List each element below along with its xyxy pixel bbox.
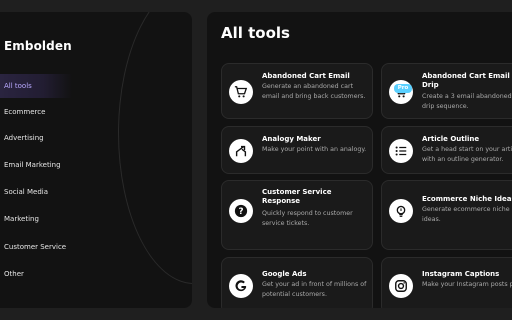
tool-card-article-outline[interactable]: Article Outline Get a head start on your… <box>381 126 512 174</box>
sidebar-item-email-marketing[interactable]: Email Marketing <box>0 153 72 177</box>
list-icon <box>389 139 413 163</box>
card-title: Ecommerce Niche Ideas <box>422 195 512 203</box>
card-title: Abandoned Cart Email Drip <box>422 72 510 89</box>
google-icon <box>229 274 253 298</box>
decorative-arc <box>118 12 192 284</box>
card-description: Make your point with an analogy. <box>262 146 367 153</box>
card-title: Article Outline <box>422 135 480 143</box>
card-description: Get a head start on your article with an… <box>422 146 512 163</box>
sidebar-item-social-media[interactable]: Social Media <box>0 180 72 204</box>
sidebar-item-label: Ecommerce <box>4 108 46 116</box>
card-title: Abandoned Cart Email <box>262 72 350 80</box>
sidebar-item-label: Social Media <box>4 188 49 196</box>
brand-logo[interactable]: Embolden <box>4 39 72 53</box>
sidebar-item-label: Other <box>4 270 24 278</box>
card-description: Generate an abandoned cart email and bri… <box>262 83 366 100</box>
cart-icon <box>229 80 253 104</box>
card-description: Quickly respond to customer service tick… <box>262 210 353 227</box>
split-arrows-icon <box>229 139 253 163</box>
question-icon: ? <box>229 199 253 223</box>
card-description: Make your Instagram posts pop. <box>422 281 512 288</box>
sidebar: Embolden All tools Ecommerce Advertising… <box>0 12 192 308</box>
tool-card-google-ads[interactable]: Google Ads Get your ad in front of milli… <box>221 257 373 308</box>
sidebar-item-label: Marketing <box>4 215 39 223</box>
sidebar-item-label: Email Marketing <box>4 161 61 169</box>
pro-badge: Pro <box>394 84 412 93</box>
card-title: Instagram Captions <box>422 270 500 278</box>
card-description: Get your ad in front of millions of pote… <box>262 281 367 298</box>
instagram-icon <box>389 274 413 298</box>
card-description: Create a 3 email abandoned cart drip seq… <box>422 93 512 110</box>
sidebar-item-all-tools[interactable]: All tools <box>0 74 72 98</box>
page-title: All tools <box>221 24 290 42</box>
sidebar-item-label: Advertising <box>4 134 44 142</box>
sidebar-item-other[interactable]: Other <box>0 262 72 286</box>
tool-card-analogy-maker[interactable]: Analogy Maker Make your point with an an… <box>221 126 373 174</box>
card-title: Analogy Maker <box>262 135 321 143</box>
tool-card-abandoned-cart-email[interactable]: Abandoned Cart Email Generate an abandon… <box>221 63 373 119</box>
sidebar-item-label: Customer Service <box>4 243 67 251</box>
sidebar-item-customer-service[interactable]: Customer Service <box>0 235 72 259</box>
card-title: Customer Service Response <box>262 188 332 205</box>
sidebar-item-label: All tools <box>4 82 32 90</box>
tool-card-ecommerce-niche-ideas[interactable]: Ecommerce Niche Ideas Generate ecommerce… <box>381 180 512 250</box>
tool-card-abandoned-cart-email-drip[interactable]: Pro Abandoned Cart Email Drip Create a 3… <box>381 63 512 119</box>
lightbulb-icon <box>389 199 413 223</box>
sidebar-item-ecommerce[interactable]: Ecommerce <box>0 100 72 124</box>
tool-card-instagram-captions[interactable]: Instagram Captions Make your Instagram p… <box>381 257 512 308</box>
sidebar-item-marketing[interactable]: Marketing <box>0 207 72 231</box>
card-description: Generate ecommerce niche ideas. <box>422 206 510 223</box>
main-panel: All tools Abandoned Cart Email Generate … <box>207 12 512 308</box>
svg-text:?: ? <box>238 207 243 217</box>
card-title: Google Ads <box>262 270 307 278</box>
sidebar-item-advertising[interactable]: Advertising <box>0 126 72 150</box>
tool-card-customer-service-response[interactable]: ? Customer Service Response Quickly resp… <box>221 180 373 250</box>
